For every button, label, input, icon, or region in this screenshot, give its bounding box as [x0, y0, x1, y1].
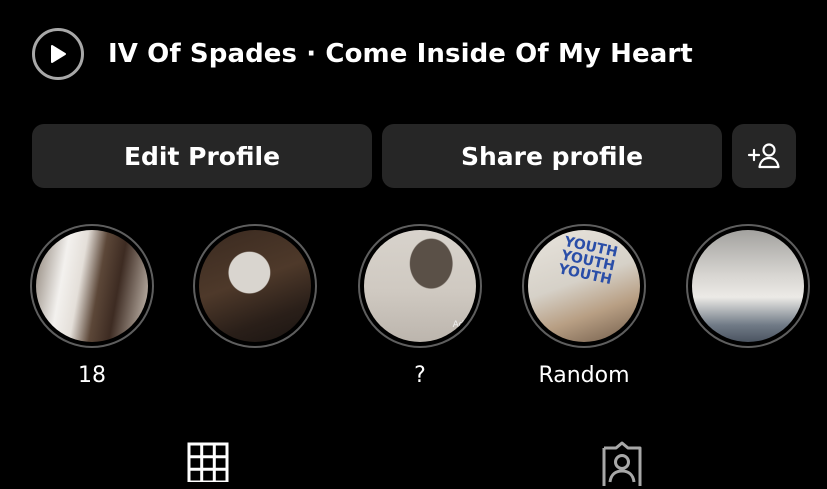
- highlight-ring[interactable]: YOUTH YOUTH YOUTH: [522, 224, 646, 348]
- highlight-item[interactable]: 18: [27, 224, 157, 390]
- highlight-label: Random: [538, 363, 630, 388]
- share-profile-button[interactable]: Share profile: [382, 124, 722, 188]
- profile-screen: IV Of Spades · Come Inside Of My Heart E…: [0, 0, 827, 489]
- grid-icon: [187, 442, 229, 482]
- highlight-ring[interactable]: [30, 224, 154, 348]
- highlight-label: [190, 362, 320, 390]
- tagged-icon: [602, 441, 642, 486]
- highlight-overlay-text: Add: [452, 320, 470, 330]
- discover-people-button[interactable]: [732, 124, 796, 188]
- highlight-item[interactable]: [683, 224, 813, 390]
- highlight-ring[interactable]: [193, 224, 317, 348]
- tab-posts-grid[interactable]: [184, 440, 232, 488]
- highlight-cover-image: [692, 230, 804, 342]
- highlight-cover-image: Add: [364, 230, 476, 342]
- share-profile-label: Share profile: [460, 141, 644, 171]
- highlight-label: 18: [78, 363, 106, 388]
- highlight-cover-image: [36, 230, 148, 342]
- highlight-item[interactable]: [190, 224, 320, 390]
- highlight-ring[interactable]: [686, 224, 810, 348]
- highlight-item[interactable]: YOUTH YOUTH YOUTH Random: [519, 224, 649, 390]
- edit-profile-label: Edit Profile: [123, 141, 281, 171]
- profile-music-row[interactable]: IV Of Spades · Come Inside Of My Heart: [32, 26, 693, 82]
- highlight-item[interactable]: Add ?: [355, 224, 485, 390]
- play-button[interactable]: [32, 28, 84, 80]
- edit-profile-button[interactable]: Edit Profile: [32, 124, 372, 188]
- highlight-overlay-text: YOUTH YOUTH YOUTH: [556, 233, 620, 289]
- add-person-icon: [747, 143, 780, 169]
- highlight-label: ?: [414, 363, 426, 388]
- highlight-ring[interactable]: Add: [358, 224, 482, 348]
- tab-tagged[interactable]: [596, 440, 648, 488]
- play-icon: [51, 45, 66, 63]
- music-track-title[interactable]: IV Of Spades · Come Inside Of My Heart: [108, 39, 693, 69]
- highlight-cover-image: [199, 230, 311, 342]
- highlight-cover-image: YOUTH YOUTH YOUTH: [528, 230, 640, 342]
- highlight-label: [683, 362, 813, 390]
